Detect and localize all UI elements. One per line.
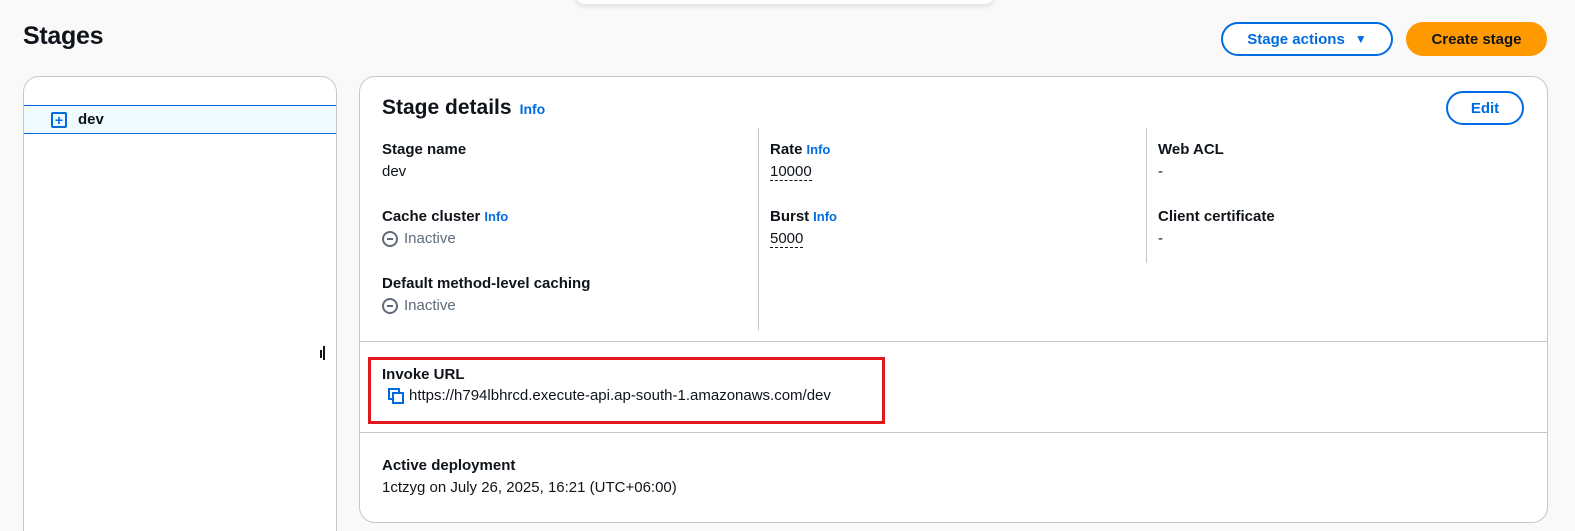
active-deployment-label: Active deployment [382,457,516,474]
section-divider [360,432,1547,433]
rate-value[interactable]: 10000 [770,163,812,181]
column-divider [1146,128,1147,263]
client-certificate-value: - [1158,230,1163,247]
stage-actions-button[interactable]: Stage actions ▼ [1221,22,1393,56]
expand-plus-icon[interactable]: + [51,111,67,128]
stage-name-value: dev [382,163,407,180]
cache-cluster-status: Inactive [382,230,508,247]
active-deployment-value: 1ctzyg on July 26, 2025, 16:21 (UTC+06:0… [382,479,677,496]
status-stopped-icon [382,230,398,247]
stage-details-title: Stage details [382,96,512,119]
burst-label: Burst [770,208,810,225]
burst-info-link[interactable]: Info [813,209,837,224]
column-divider [758,128,759,330]
stage-details-panel: Stage details Info Edit Stage name dev C… [359,76,1548,523]
rate-info-link[interactable]: Info [807,142,831,157]
invoke-url-highlight [368,357,885,424]
section-divider [360,341,1547,342]
stage-details-info-link[interactable]: Info [520,101,546,117]
stage-details-heading: Stage details Info [382,96,545,120]
edit-button[interactable]: Edit [1446,91,1524,125]
rate-field: Rate Info 10000 [770,141,830,181]
status-stopped-icon [382,297,398,314]
burst-label-row: Burst Info [770,208,837,225]
burst-field: Burst Info 5000 [770,208,837,248]
burst-value[interactable]: 5000 [770,230,804,248]
caret-down-icon: ▼ [1354,32,1367,46]
default-caching-value: Inactive [404,297,456,314]
cache-cluster-info-link[interactable]: Info [484,209,508,224]
stage-name-label: Stage name [382,141,467,158]
cache-cluster-value: Inactive [404,230,456,247]
client-certificate-label: Client certificate [1158,208,1275,225]
web-acl-value: - [1158,163,1163,180]
web-acl-field: Web ACL - [1158,141,1224,180]
tree-item-dev[interactable]: + dev [24,105,336,134]
resize-handle[interactable] [320,346,326,360]
client-certificate-field: Client certificate - [1158,208,1275,247]
cache-cluster-label: Cache cluster [382,208,481,225]
rate-label-row: Rate Info [770,141,830,158]
active-deployment-field: Active deployment 1ctzyg on July 26, 202… [382,457,677,496]
tree-item-label: dev [78,111,104,128]
create-stage-button[interactable]: Create stage [1406,22,1547,56]
stage-actions-label: Stage actions [1247,30,1345,48]
stages-tree-panel: + dev [23,76,337,531]
default-caching-field: Default method-level caching Inactive [382,275,590,314]
default-caching-status: Inactive [382,297,590,314]
web-acl-label: Web ACL [1158,141,1224,158]
cache-cluster-label-row: Cache cluster Info [382,208,508,225]
top-popover-edge [575,0,995,4]
default-caching-label: Default method-level caching [382,275,591,292]
page-title: Stages [23,22,104,50]
stage-name-field: Stage name dev [382,141,466,180]
rate-label: Rate [770,141,803,158]
cache-cluster-field: Cache cluster Info Inactive [382,208,508,247]
